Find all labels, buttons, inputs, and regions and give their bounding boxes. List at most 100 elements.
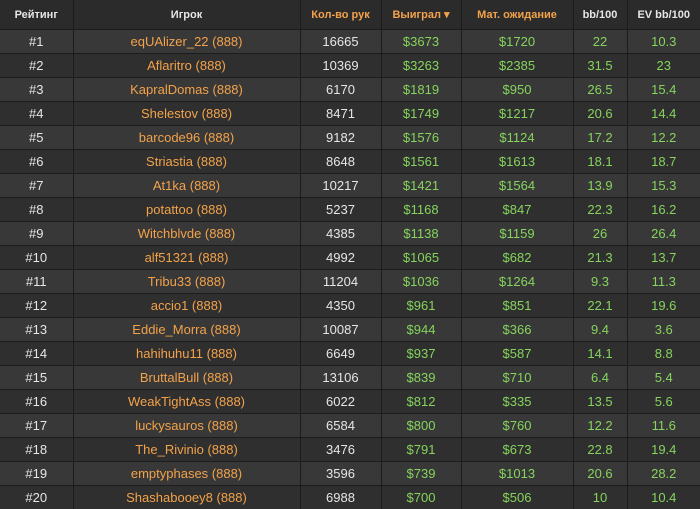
hands-cell: 11204: [300, 270, 381, 294]
player-link[interactable]: accio1 (888): [73, 294, 300, 318]
leaderboard-table: Рейтинг Игрок Кол-во рук Выиграл Мат. ож…: [0, 0, 700, 509]
player-link[interactable]: Tribu33 (888): [73, 270, 300, 294]
bb100-cell: 6.4: [573, 366, 627, 390]
evbb100-cell: 14.4: [627, 102, 700, 126]
evbb100-cell: 12.2: [627, 126, 700, 150]
player-link[interactable]: Striastia (888): [73, 150, 300, 174]
evbb100-cell: 26.4: [627, 222, 700, 246]
hands-cell: 4385: [300, 222, 381, 246]
evbb100-cell: 3.6: [627, 318, 700, 342]
evbb100-cell: 8.8: [627, 342, 700, 366]
ev-cell: $760: [461, 414, 573, 438]
hands-cell: 13106: [300, 366, 381, 390]
hands-cell: 3596: [300, 462, 381, 486]
column-header-evbb100[interactable]: EV bb/100: [627, 0, 700, 30]
rank-cell: #6: [0, 150, 73, 174]
column-header-bb100[interactable]: bb/100: [573, 0, 627, 30]
hands-cell: 9182: [300, 126, 381, 150]
rank-cell: #4: [0, 102, 73, 126]
rank-cell: #3: [0, 78, 73, 102]
player-link[interactable]: BruttalBull (888): [73, 366, 300, 390]
player-link[interactable]: eqUAlizer_22 (888): [73, 30, 300, 54]
ev-cell: $1159: [461, 222, 573, 246]
player-link[interactable]: The_Rivinio (888): [73, 438, 300, 462]
bb100-cell: 21.3: [573, 246, 627, 270]
ev-cell: $506: [461, 486, 573, 509]
hands-cell: 6170: [300, 78, 381, 102]
evbb100-cell: 10.3: [627, 30, 700, 54]
player-link[interactable]: barcode96 (888): [73, 126, 300, 150]
evbb100-cell: 11.3: [627, 270, 700, 294]
won-cell: $1576: [381, 126, 461, 150]
ev-cell: $1013: [461, 462, 573, 486]
table-row: #10alf51321 (888)4992$1065$68221.313.7: [0, 246, 700, 270]
hands-cell: 10217: [300, 174, 381, 198]
hands-cell: 3476: [300, 438, 381, 462]
won-cell: $1421: [381, 174, 461, 198]
bb100-cell: 17.2: [573, 126, 627, 150]
ev-cell: $851: [461, 294, 573, 318]
bb100-cell: 9.3: [573, 270, 627, 294]
player-link[interactable]: WeakTightAss (888): [73, 390, 300, 414]
player-link[interactable]: Shashabooey8 (888): [73, 486, 300, 509]
column-header-won-sorted[interactable]: Выиграл: [381, 0, 461, 30]
table-row: #2Aflaritro (888)10369$3263$238531.523: [0, 54, 700, 78]
player-link[interactable]: alf51321 (888): [73, 246, 300, 270]
table-row: #13Eddie_Morra (888)10087$944$3669.43.6: [0, 318, 700, 342]
won-cell: $739: [381, 462, 461, 486]
evbb100-cell: 19.4: [627, 438, 700, 462]
player-link[interactable]: At1ka (888): [73, 174, 300, 198]
evbb100-cell: 15.3: [627, 174, 700, 198]
column-header-ev[interactable]: Мат. ожидание: [461, 0, 573, 30]
table-row: #7At1ka (888)10217$1421$156413.915.3: [0, 174, 700, 198]
player-link[interactable]: Aflaritro (888): [73, 54, 300, 78]
column-header-player[interactable]: Игрок: [73, 0, 300, 30]
evbb100-cell: 28.2: [627, 462, 700, 486]
ev-cell: $335: [461, 390, 573, 414]
won-cell: $1168: [381, 198, 461, 222]
player-link[interactable]: Shelestov (888): [73, 102, 300, 126]
rank-cell: #1: [0, 30, 73, 54]
rank-cell: #7: [0, 174, 73, 198]
player-link[interactable]: luckysauros (888): [73, 414, 300, 438]
bb100-cell: 13.9: [573, 174, 627, 198]
won-cell: $791: [381, 438, 461, 462]
won-cell: $812: [381, 390, 461, 414]
evbb100-cell: 10.4: [627, 486, 700, 509]
header-row: Рейтинг Игрок Кол-во рук Выиграл Мат. ож…: [0, 0, 700, 30]
player-link[interactable]: Witchblvde (888): [73, 222, 300, 246]
ev-cell: $1124: [461, 126, 573, 150]
column-header-rank[interactable]: Рейтинг: [0, 0, 73, 30]
ev-cell: $682: [461, 246, 573, 270]
table-row: #5barcode96 (888)9182$1576$112417.212.2: [0, 126, 700, 150]
bb100-cell: 31.5: [573, 54, 627, 78]
table-row: #11Tribu33 (888)11204$1036$12649.311.3: [0, 270, 700, 294]
player-link[interactable]: KapralDomas (888): [73, 78, 300, 102]
table-row: #12accio1 (888)4350$961$85122.119.6: [0, 294, 700, 318]
ev-cell: $1264: [461, 270, 573, 294]
table-row: #9Witchblvde (888)4385$1138$11592626.4: [0, 222, 700, 246]
won-cell: $1749: [381, 102, 461, 126]
column-header-hands[interactable]: Кол-во рук: [300, 0, 381, 30]
bb100-cell: 9.4: [573, 318, 627, 342]
table-row: #8potattoo (888)5237$1168$84722.316.2: [0, 198, 700, 222]
rank-cell: #14: [0, 342, 73, 366]
won-cell: $800: [381, 414, 461, 438]
ev-cell: $847: [461, 198, 573, 222]
ev-cell: $673: [461, 438, 573, 462]
table-row: #20Shashabooey8 (888)6988$700$5061010.4: [0, 486, 700, 509]
table-row: #17luckysauros (888)6584$800$76012.211.6: [0, 414, 700, 438]
bb100-cell: 20.6: [573, 102, 627, 126]
bb100-cell: 22.1: [573, 294, 627, 318]
player-link[interactable]: Eddie_Morra (888): [73, 318, 300, 342]
ev-cell: $950: [461, 78, 573, 102]
table-row: #19emptyphases (888)3596$739$101320.628.…: [0, 462, 700, 486]
ev-cell: $1720: [461, 30, 573, 54]
player-link[interactable]: emptyphases (888): [73, 462, 300, 486]
player-link[interactable]: hahihuhu11 (888): [73, 342, 300, 366]
evbb100-cell: 19.6: [627, 294, 700, 318]
won-cell: $961: [381, 294, 461, 318]
player-link[interactable]: potattoo (888): [73, 198, 300, 222]
rank-cell: #13: [0, 318, 73, 342]
hands-cell: 8471: [300, 102, 381, 126]
